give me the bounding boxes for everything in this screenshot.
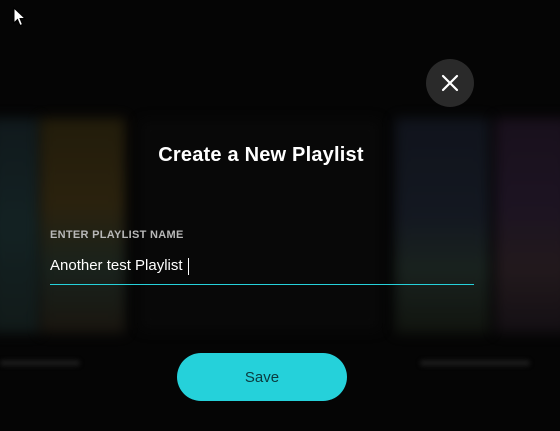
playlist-name-field[interactable] [50,252,474,285]
close-button[interactable] [426,59,474,107]
playlist-name-input[interactable] [50,252,474,280]
playlist-dialog-overlay: Create a New Playlist ENTER PLAYLIST NAM… [0,0,560,431]
mouse-cursor-icon [13,7,27,27]
save-button[interactable]: Save [177,353,347,401]
playlist-name-label: ENTER PLAYLIST NAME [50,229,184,241]
close-icon [441,74,459,92]
background-caption [420,360,530,366]
text-caret [188,258,189,275]
dialog-title: Create a New Playlist [158,144,364,166]
background-caption [0,360,80,366]
